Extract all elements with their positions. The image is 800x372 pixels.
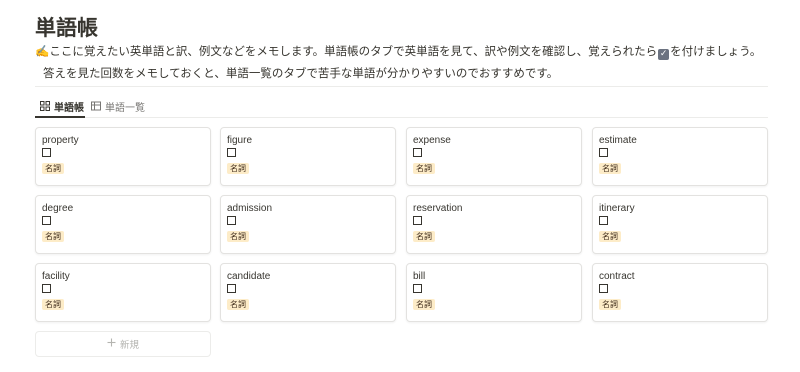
card-word: degree (42, 203, 74, 214)
card-word: reservation (413, 203, 463, 214)
memorized-checkbox[interactable] (42, 216, 51, 225)
tabs-divider (35, 117, 768, 118)
part-of-speech-tag: 名詞 (413, 163, 435, 174)
page-description-line-2: 答えを見た回数をメモしておくと、単語一覧のタブで苦手な単語が分かりやすいのでおす… (43, 68, 559, 80)
tab-vocabulary-gallery[interactable]: 単語帳 (40, 96, 84, 116)
card-word: property (42, 135, 79, 146)
vocab-card[interactable]: candidate 名詞 (220, 263, 396, 322)
part-of-speech-tag: 名詞 (42, 231, 64, 242)
new-card-button[interactable]: 新規 (35, 331, 211, 357)
memorized-checkbox[interactable] (599, 216, 608, 225)
vocab-card[interactable]: contract 名詞 (592, 263, 768, 322)
vocab-card[interactable]: degree 名詞 (35, 195, 211, 254)
part-of-speech-tag: 名詞 (599, 299, 621, 310)
vocab-card[interactable]: estimate 名詞 (592, 127, 768, 186)
card-word: figure (227, 135, 253, 146)
vocab-card[interactable]: itinerary 名詞 (592, 195, 768, 254)
tab-vocabulary-list[interactable]: 単語一覧 (91, 96, 145, 116)
memorized-checkbox[interactable] (413, 216, 422, 225)
part-of-speech-tag: 名詞 (42, 299, 64, 310)
card-word: bill (413, 271, 426, 282)
card-word: expense (413, 135, 451, 146)
card-word: facility (42, 271, 70, 282)
vocab-card[interactable]: admission 名詞 (220, 195, 396, 254)
part-of-speech-tag: 名詞 (599, 163, 621, 174)
card-word: itinerary (599, 203, 635, 214)
part-of-speech-tag: 名詞 (227, 163, 249, 174)
memorized-checkbox[interactable] (227, 148, 236, 157)
vocab-card[interactable]: expense 名詞 (406, 127, 582, 186)
part-of-speech-tag: 名詞 (42, 163, 64, 174)
part-of-speech-tag: 名詞 (227, 231, 249, 242)
vocab-card[interactable]: figure 名詞 (220, 127, 396, 186)
memorized-checkbox[interactable] (413, 284, 422, 293)
memorized-checkbox[interactable] (599, 284, 608, 293)
part-of-speech-tag: 名詞 (413, 231, 435, 242)
gallery-icon (40, 101, 50, 111)
part-of-speech-tag: 名詞 (599, 231, 621, 242)
card-word: estimate (599, 135, 637, 146)
memorized-checkbox[interactable] (413, 148, 422, 157)
active-tab-indicator (35, 116, 85, 118)
vocab-card[interactable]: property 名詞 (35, 127, 211, 186)
memorized-checkbox[interactable] (227, 216, 236, 225)
description-text-part-2: を付けましょう。 (670, 46, 762, 58)
table-icon (91, 101, 101, 111)
tab-label: 単語一覧 (105, 102, 145, 114)
vocab-card[interactable]: reservation 名詞 (406, 195, 582, 254)
divider (35, 86, 768, 87)
memorized-checkbox[interactable] (42, 284, 51, 293)
part-of-speech-tag: 名詞 (413, 299, 435, 310)
card-word: candidate (227, 271, 271, 282)
tab-label: 単語帳 (54, 102, 84, 114)
plus-icon (107, 338, 116, 350)
vocab-card[interactable]: facility 名詞 (35, 263, 211, 322)
page-title: 単語帳 (35, 17, 98, 40)
card-word: admission (227, 203, 273, 214)
check-box-icon: ✓ (658, 49, 670, 60)
memorized-checkbox[interactable] (227, 284, 236, 293)
memorized-checkbox[interactable] (599, 148, 608, 157)
vocab-card[interactable]: bill 名詞 (406, 263, 582, 322)
description-text-part-1: ここに覚えたい英単語と訳、例文などをメモします。単語帳のタブで英単語を見て、訳や… (49, 46, 658, 58)
part-of-speech-tag: 名詞 (227, 299, 249, 310)
new-card-label: 新規 (119, 340, 139, 351)
card-word: contract (599, 271, 635, 282)
page-description-line-1: ✍️ここに覚えたい英単語と訳、例文などをメモします。単語帳のタブで英単語を見て、… (35, 43, 761, 60)
memorized-checkbox[interactable] (42, 148, 51, 157)
writing-hand-icon: ✍️ (35, 44, 50, 58)
